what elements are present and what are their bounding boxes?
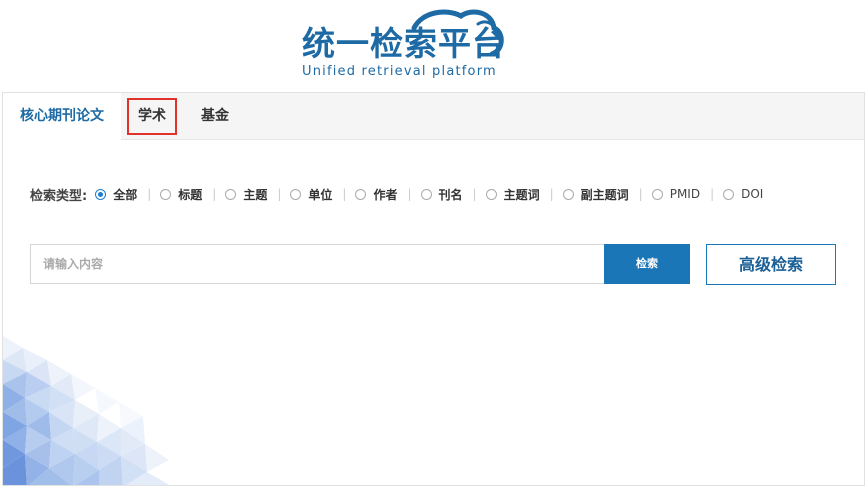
divider: |: [472, 187, 477, 201]
search-type-option-all[interactable]: 全部: [95, 186, 137, 203]
divider: |: [710, 187, 715, 201]
tab-fund[interactable]: 基金: [193, 93, 237, 140]
option-label: 刊名: [438, 187, 463, 202]
radio-icon[interactable]: [562, 188, 574, 200]
radio-icon[interactable]: [225, 188, 237, 200]
radio-icon[interactable]: [651, 188, 663, 200]
radio-icon[interactable]: [355, 188, 367, 200]
search-type-option-journal[interactable]: 刊名: [420, 186, 463, 203]
logo-title: 统一检索平台: [302, 24, 506, 63]
radio-icon[interactable]: [485, 188, 497, 200]
option-label: 主题词: [503, 187, 540, 202]
tab-bar: 核心期刊论文 学术 基金: [3, 93, 864, 141]
logo: 统一检索平台 Unified retrieval platform: [296, 6, 506, 84]
logo-subtitle: Unified retrieval platform: [302, 64, 497, 79]
option-label: 全部: [113, 187, 138, 202]
search-type-option-subheading[interactable]: 副主题词: [562, 186, 629, 203]
option-label: 标题: [178, 187, 203, 202]
decorative-triangles-icon: [3, 336, 170, 485]
header: 统一检索平台 Unified retrieval platform: [0, 0, 867, 92]
search-type-label: 检索类型:: [30, 188, 88, 204]
radio-icon[interactable]: [290, 188, 302, 200]
divider: |: [342, 187, 347, 201]
search-input[interactable]: [30, 244, 605, 284]
search-type-option-doi[interactable]: DOI: [723, 187, 763, 201]
option-label: 副主题词: [580, 187, 629, 202]
search-type-option-title[interactable]: 标题: [160, 186, 202, 203]
search-type-row: 检索类型: 全部 | 标题 | 主题 | 单位 | 作者 | 刊名 | 主题词 …: [30, 184, 763, 204]
divider: |: [212, 187, 217, 201]
divider: |: [638, 187, 643, 201]
advanced-search-button[interactable]: 高级检索: [706, 244, 836, 285]
search-type-option-pmid[interactable]: PMID: [651, 187, 701, 201]
radio-icon[interactable]: [723, 188, 735, 200]
search-type-option-author[interactable]: 作者: [355, 186, 397, 203]
search-type-option-subject[interactable]: 主题: [225, 186, 267, 203]
search-panel: 核心期刊论文 学术 基金 检索类型: 全部 | 标题 | 主题 | 单位 | 作…: [2, 92, 865, 486]
radio-icon[interactable]: [420, 188, 432, 200]
option-label: 主题: [243, 187, 268, 202]
search-type-option-keyword[interactable]: 主题词: [485, 186, 540, 203]
tab-academic[interactable]: 学术: [127, 98, 177, 135]
search-type-option-institution[interactable]: 单位: [290, 186, 332, 203]
divider: |: [147, 187, 152, 201]
divider: |: [407, 187, 412, 201]
search-button[interactable]: 检索: [604, 244, 690, 284]
tab-core-journal-papers[interactable]: 核心期刊论文: [3, 93, 121, 141]
radio-selected-icon[interactable]: [95, 188, 107, 200]
option-label: 单位: [308, 187, 333, 202]
divider: |: [549, 187, 554, 201]
option-label: DOI: [741, 187, 764, 201]
radio-icon[interactable]: [160, 188, 172, 200]
option-label: PMID: [669, 187, 701, 201]
option-label: 作者: [373, 187, 398, 202]
divider: |: [277, 187, 282, 201]
